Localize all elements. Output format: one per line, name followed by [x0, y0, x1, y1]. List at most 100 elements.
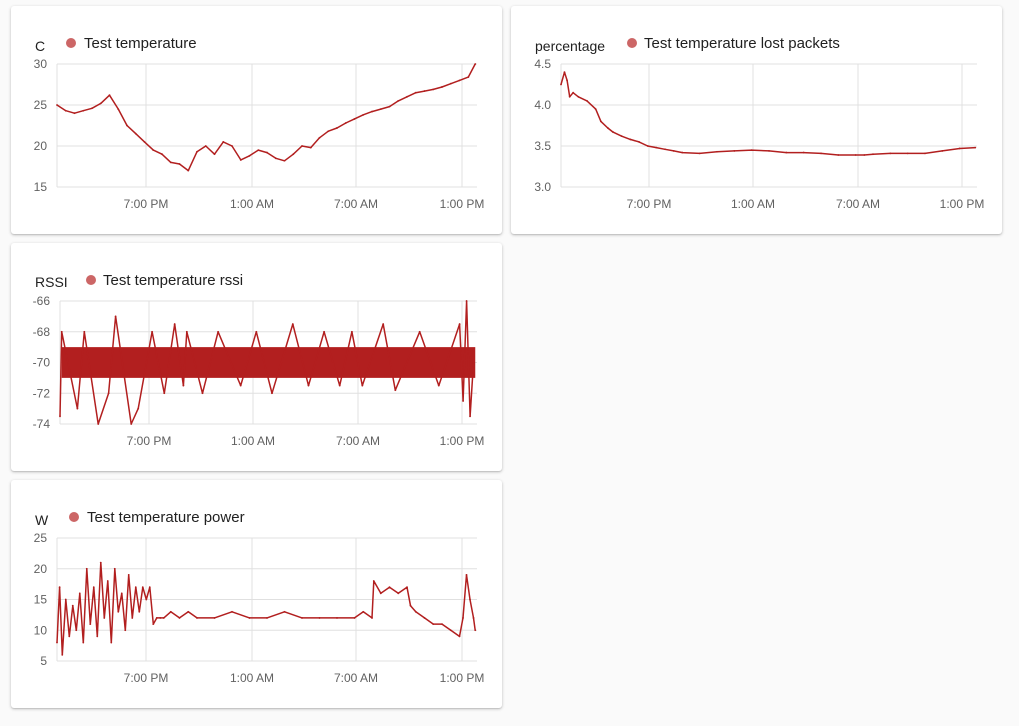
x-tick-label: 7:00 PM: [127, 434, 172, 448]
series-point: [82, 641, 85, 644]
series-point: [309, 146, 312, 149]
series-point: [201, 392, 204, 395]
series-point: [169, 610, 172, 613]
series-point: [134, 586, 137, 589]
series-point: [117, 610, 120, 613]
series-point: [231, 610, 233, 613]
series-point: [127, 574, 130, 576]
series-point: [361, 384, 364, 387]
series-point: [148, 586, 151, 589]
series-point: [397, 100, 400, 102]
x-tick-label: 7:00 AM: [336, 434, 380, 448]
series-point: [248, 617, 251, 619]
series-point: [182, 384, 185, 387]
y-tick-label: -70: [33, 356, 51, 370]
series-point: [301, 617, 303, 619]
x-tick-label: 1:00 AM: [231, 434, 275, 448]
series-point: [568, 95, 571, 98]
series-point: [423, 90, 426, 92]
series-point: [958, 147, 961, 150]
series-point: [58, 586, 61, 589]
y-axis-unit: RSSI: [35, 274, 68, 290]
series-point: [872, 153, 874, 156]
series-point: [837, 154, 840, 156]
x-tick-label: 1:00 AM: [731, 197, 775, 211]
series-point: [577, 95, 580, 98]
series-point: [351, 330, 353, 333]
y-tick-label: 30: [34, 57, 48, 71]
x-tick-label: 1:00 PM: [440, 197, 485, 211]
y-tick-label: 15: [34, 593, 48, 607]
series-point: [323, 330, 325, 333]
series-line: [560, 71, 976, 156]
series-point: [974, 146, 977, 149]
series-point: [638, 141, 640, 143]
series-point: [78, 592, 81, 595]
series-point: [941, 150, 944, 152]
lost-packets-card: percentage Test temperature lost packets…: [511, 6, 1002, 234]
y-tick-label: 25: [34, 98, 48, 112]
series-point: [458, 635, 461, 638]
power-card: W Test temperature power 25 20 15 10 5 7:00 P…: [11, 480, 502, 708]
series-point: [409, 604, 412, 607]
series-point: [462, 400, 464, 402]
rssi-chart: RSSI Test temperature rssi -66 -68 -70 -72 -…: [33, 272, 485, 448]
series-point: [163, 392, 166, 395]
y-tick-label: 3.0: [534, 180, 551, 194]
series-point: [271, 392, 273, 395]
y-tick-label: 3.5: [534, 139, 551, 153]
series-point: [646, 145, 649, 147]
series-point: [113, 567, 116, 570]
series-point: [371, 110, 373, 113]
series-point: [213, 153, 216, 156]
series-point: [138, 610, 141, 613]
legend-dot[interactable]: [66, 38, 76, 48]
series-point: [382, 323, 385, 325]
series-point: [196, 150, 198, 153]
series-point: [362, 610, 365, 613]
series-point: [107, 392, 110, 395]
x-tick-label: 7:00 PM: [627, 197, 672, 211]
series-point: [437, 384, 440, 387]
series-point: [307, 384, 310, 387]
series-point: [76, 407, 79, 410]
x-tick-label: 7:00 AM: [334, 197, 378, 211]
legend-dot[interactable]: [69, 512, 79, 522]
legend-label[interactable]: Test temperature: [84, 35, 197, 52]
series-point: [418, 330, 421, 333]
series-point: [397, 592, 400, 595]
x-tick-label: 1:00 AM: [230, 671, 274, 685]
series-point: [458, 323, 461, 325]
series-point: [469, 415, 471, 418]
y-tick-label: -66: [33, 294, 51, 308]
series-point: [68, 635, 71, 638]
series-point: [750, 149, 753, 152]
series-point: [283, 610, 286, 613]
x-tick-label: 1:00 PM: [440, 671, 485, 685]
legend-dot[interactable]: [627, 38, 637, 48]
series-point: [169, 161, 172, 164]
series-point: [257, 149, 260, 152]
series-point: [889, 152, 892, 155]
series-point: [469, 598, 471, 601]
series-point: [362, 113, 365, 116]
series-point: [231, 145, 233, 147]
series-point: [217, 330, 220, 333]
series-point: [664, 148, 666, 151]
legend-label[interactable]: Test temperature lost packets: [644, 35, 840, 52]
legend-dot[interactable]: [86, 275, 96, 285]
series-point: [672, 150, 675, 152]
series-point: [255, 330, 258, 333]
series-point: [414, 610, 417, 613]
legend-label[interactable]: Test temperature power: [87, 509, 245, 526]
y-tick-label: -74: [33, 417, 51, 431]
series-point: [318, 136, 321, 139]
series-point: [655, 146, 658, 149]
series-point: [472, 361, 475, 364]
series-point: [114, 315, 117, 318]
legend-label[interactable]: Test temperature rssi: [103, 272, 243, 289]
y-tick-label: 20: [34, 562, 48, 576]
power-chart: W Test temperature power 25 20 15 10 5 7:00 P…: [34, 509, 485, 685]
series-point: [406, 586, 408, 589]
series-point: [145, 598, 148, 601]
